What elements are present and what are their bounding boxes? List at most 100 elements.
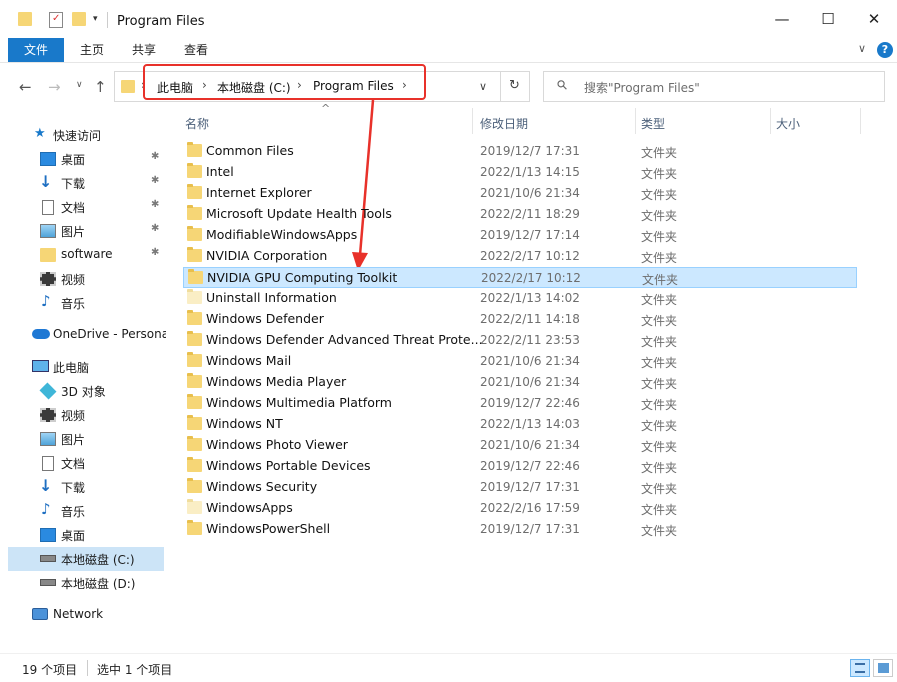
folder-icon (187, 184, 202, 199)
file-type: 文件夹 (641, 503, 678, 517)
file-modified-date: 2022/2/16 17:59 (480, 501, 580, 515)
file-row[interactable]: WindowsPowerShell 2019/12/7 17:31 文件夹 (183, 519, 857, 540)
details-view-button[interactable] (850, 659, 870, 677)
file-type: 文件夹 (641, 209, 678, 223)
sort-ascending-icon: ^ (321, 102, 331, 115)
file-type: 文件夹 (641, 482, 678, 496)
file-row[interactable]: Intel 2022/1/13 14:15 文件夹 (183, 162, 857, 183)
file-name: Microsoft Update Health Tools (206, 206, 392, 221)
file-modified-date: 2019/12/7 17:14 (480, 228, 580, 242)
file-modified-date: 2022/2/17 10:12 (481, 271, 581, 285)
file-name: Internet Explorer (206, 185, 312, 200)
file-type: 文件夹 (641, 398, 678, 412)
large-icons-view-button[interactable] (873, 659, 893, 677)
file-type: 文件夹 (641, 188, 678, 202)
file-type: 文件夹 (641, 251, 678, 265)
column-divider[interactable] (860, 108, 861, 134)
file-type: 文件夹 (641, 377, 678, 391)
file-row[interactable]: Windows Photo Viewer 2021/10/6 21:34 文件夹 (183, 435, 857, 456)
file-type: 文件夹 (641, 440, 678, 454)
folder-icon (187, 331, 202, 346)
file-row[interactable]: Uninstall Information 2022/1/13 14:02 文件夹 (183, 288, 857, 309)
folder-icon (187, 289, 202, 304)
file-modified-date: 2019/12/7 22:46 (480, 396, 580, 410)
folder-icon (187, 436, 202, 451)
file-name: NVIDIA Corporation (206, 248, 328, 263)
file-modified-date: 2022/2/11 18:29 (480, 207, 580, 221)
folder-icon (187, 478, 202, 493)
folder-icon (187, 373, 202, 388)
folder-icon (188, 269, 203, 284)
status-divider (87, 660, 88, 676)
column-header-name[interactable]: 名称 (185, 115, 209, 132)
file-modified-date: 2019/12/7 22:46 (480, 459, 580, 473)
file-name: Windows Media Player (206, 374, 347, 389)
folder-icon (187, 163, 202, 178)
file-modified-date: 2022/1/13 14:03 (480, 417, 580, 431)
file-name: Windows Security (206, 479, 318, 494)
file-modified-date: 2022/1/13 14:02 (480, 291, 580, 305)
file-row[interactable]: Windows Portable Devices 2019/12/7 22:46 文… (183, 456, 857, 477)
folder-icon (187, 352, 202, 367)
file-name: Windows Defender (206, 311, 324, 326)
item-count: 19 个项目 (22, 663, 78, 677)
column-header-modified[interactable]: 修改日期 (480, 115, 528, 132)
large-icons-view-icon (878, 663, 889, 673)
file-row[interactable]: Windows NT 2022/1/13 14:03 文件夹 (183, 414, 857, 435)
folder-icon (187, 142, 202, 157)
file-row[interactable]: Common Files 2019/12/7 17:31 文件夹 (183, 141, 857, 162)
file-type: 文件夹 (641, 167, 678, 181)
file-type: 文件夹 (641, 524, 678, 538)
file-type: 文件夹 (641, 335, 678, 349)
file-modified-date: 2022/1/13 14:15 (480, 165, 580, 179)
file-type: 文件夹 (641, 356, 678, 370)
file-row[interactable]: Internet Explorer 2021/10/6 21:34 文件夹 (183, 183, 857, 204)
file-modified-date: 2022/2/11 14:18 (480, 312, 580, 326)
column-divider[interactable] (770, 108, 771, 134)
file-name: Common Files (206, 143, 294, 158)
file-name: ModifiableWindowsApps (206, 227, 358, 242)
folder-icon (187, 226, 202, 241)
file-type: 文件夹 (641, 230, 678, 244)
file-list: 名称 ^ 修改日期 类型 大小 Common Files 2019/12/7 17… (175, 102, 897, 653)
selected-count: 选中 1 个项目 (97, 663, 173, 677)
file-type: 文件夹 (641, 461, 678, 475)
file-row[interactable]: Windows Multimedia Platform 2019/12/7 22:… (183, 393, 857, 414)
folder-icon (187, 415, 202, 430)
file-type: 文件夹 (641, 314, 678, 328)
column-header-type[interactable]: 类型 (641, 115, 665, 132)
file-modified-date: 2019/12/7 17:31 (480, 522, 580, 536)
file-name: Windows Mail (206, 353, 292, 368)
file-type: 文件夹 (641, 293, 678, 307)
file-row[interactable]: Windows Mail 2021/10/6 21:34 文件夹 (183, 351, 857, 372)
column-header-size[interactable]: 大小 (776, 115, 800, 132)
file-type: 文件夹 (641, 419, 678, 433)
file-modified-date: 2021/10/6 21:34 (480, 438, 580, 452)
file-row[interactable]: Windows Defender 2022/2/11 14:18 文件夹 (183, 309, 857, 330)
column-divider[interactable] (472, 108, 473, 134)
file-row[interactable]: ModifiableWindowsApps 2019/12/7 17:14 文件夹 (183, 225, 857, 246)
file-modified-date: 2019/12/7 17:31 (480, 144, 580, 158)
folder-icon (187, 457, 202, 472)
file-type: 文件夹 (641, 146, 678, 160)
file-modified-date: 2021/10/6 21:34 (480, 354, 580, 368)
file-modified-date: 2021/10/6 21:34 (480, 186, 580, 200)
folder-icon (187, 499, 202, 514)
file-row[interactable]: Windows Security 2019/12/7 17:31 文件夹 (183, 477, 857, 498)
file-row[interactable]: NVIDIA Corporation 2022/2/17 10:12 文件夹 (183, 246, 857, 267)
file-modified-date: 2022/2/17 10:12 (480, 249, 580, 263)
folder-icon (187, 394, 202, 409)
file-name: NVIDIA GPU Computing Toolkit (207, 270, 398, 285)
file-row[interactable]: Windows Defender Advanced Threat Prote..… (183, 330, 857, 351)
column-divider[interactable] (635, 108, 636, 134)
file-name: Uninstall Information (206, 290, 337, 305)
file-row[interactable]: NVIDIA GPU Computing Toolkit 2022/2/17 10… (183, 267, 857, 288)
file-row[interactable]: Windows Media Player 2021/10/6 21:34 文件夹 (183, 372, 857, 393)
file-name: WindowsPowerShell (206, 521, 331, 536)
file-name: Intel (206, 164, 234, 179)
status-bar: 19 个项目 选中 1 个项目 (0, 653, 897, 682)
file-row[interactable]: Microsoft Update Health Tools 2022/2/11 1… (183, 204, 857, 225)
folder-icon (187, 205, 202, 220)
file-row[interactable]: WindowsApps 2022/2/16 17:59 文件夹 (183, 498, 857, 519)
file-name: Windows Photo Viewer (206, 437, 348, 452)
